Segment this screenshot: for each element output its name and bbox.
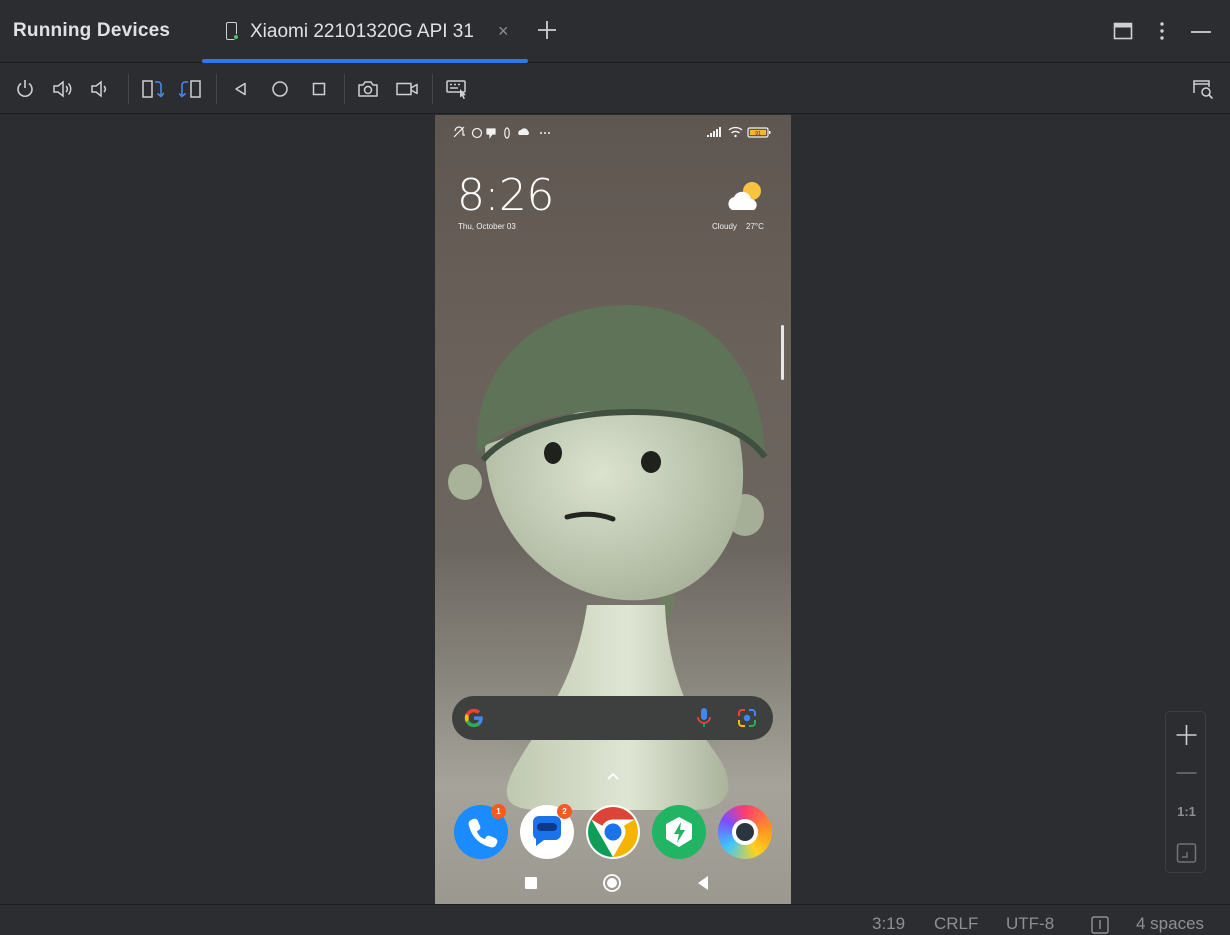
connected-indicator <box>233 34 239 40</box>
power-button[interactable] <box>13 77 37 101</box>
overview-button[interactable] <box>307 77 331 101</box>
google-logo-icon <box>464 708 483 728</box>
android-navigation-bar <box>435 870 791 904</box>
triangle-left-icon <box>235 82 246 96</box>
security-app-icon[interactable] <box>652 805 706 859</box>
location-icon <box>504 127 510 139</box>
google-lens-icon[interactable] <box>736 707 758 729</box>
zoom-out-button[interactable] <box>1166 754 1207 792</box>
phone-app-icon[interactable]: 1 <box>454 804 508 859</box>
readonly-toggle-icon[interactable] <box>1090 915 1110 935</box>
scroll-indicator <box>781 325 784 380</box>
notification-badge: 2 <box>557 804 572 819</box>
weather-icon <box>728 182 761 210</box>
device-toolbar <box>0 63 1230 114</box>
tab-device-label: Xiaomi 22101320G API 31 <box>250 21 474 42</box>
device-inspector-button[interactable] <box>1191 77 1215 101</box>
chrome-app-icon[interactable] <box>586 805 640 859</box>
file-encoding[interactable]: UTF-8 <box>1006 914 1054 934</box>
volume-up-icon <box>53 80 72 98</box>
cloud-status-icon <box>518 128 529 135</box>
status-icons: 91 <box>453 126 771 139</box>
fit-screen-icon <box>1176 843 1197 863</box>
ide-status-bar: 3:19 CRLF UTF-8 4 spaces <box>0 904 1230 934</box>
volume-down-button[interactable] <box>89 77 113 101</box>
camera-icon <box>358 81 378 97</box>
volume-up-button[interactable] <box>51 77 75 101</box>
video-camera-icon <box>396 82 418 96</box>
chrome-logo-icon <box>588 807 638 857</box>
more-options-button[interactable] <box>1151 20 1173 42</box>
minimize-icon <box>1191 31 1211 33</box>
more-vertical-icon <box>1160 22 1164 40</box>
toolbar-separator <box>432 74 433 104</box>
android-status-bar: 91 <box>435 115 791 151</box>
more-notifications-icon <box>540 132 550 134</box>
messages-app-icon[interactable]: 2 <box>520 804 574 859</box>
plus-icon <box>1176 725 1197 745</box>
line-separator[interactable]: CRLF <box>934 914 978 934</box>
zoom-in-button[interactable] <box>1166 716 1207 754</box>
back-button[interactable] <box>229 77 253 101</box>
lockscreen-date: Thu, October 03 <box>458 222 516 231</box>
app-drawer-chevron-icon[interactable] <box>605 770 621 782</box>
tab-device[interactable]: Xiaomi 22101320G API 31 × <box>202 0 528 63</box>
zoom-fit-button[interactable] <box>1166 834 1207 872</box>
zoom-controls: 1:1 <box>1165 711 1206 873</box>
rotate-right-icon <box>178 80 201 98</box>
caret-position[interactable]: 3:19 <box>872 914 905 934</box>
rotate-left-button[interactable] <box>140 77 165 101</box>
rotate-right-button[interactable] <box>178 77 203 101</box>
inspect-window-icon <box>1193 80 1214 100</box>
signal-icon <box>707 127 721 137</box>
weather-condition: Cloudy <box>712 222 737 231</box>
power-icon <box>17 80 33 97</box>
circle-icon <box>272 81 288 97</box>
battery-level: 91 <box>755 131 761 137</box>
weather-temperature: 27°C <box>746 222 764 231</box>
home-button[interactable] <box>268 77 292 101</box>
phone-device-icon <box>226 22 239 40</box>
add-device-button[interactable] <box>535 18 559 42</box>
indent-setting[interactable]: 4 spaces <box>1136 914 1204 934</box>
layout-button[interactable] <box>1112 20 1134 42</box>
notification-badge: 1 <box>491 804 506 819</box>
minimize-button[interactable] <box>1190 20 1212 42</box>
chat-icon <box>486 128 496 139</box>
device-screen[interactable]: 91 8:26 Thu, October 03 Cloudy 27°C 1 2 <box>435 115 791 904</box>
window-layout-icon <box>1113 22 1133 40</box>
recents-nav-icon <box>525 877 537 889</box>
google-search-bar[interactable] <box>452 696 773 740</box>
nav-buttons <box>525 874 708 892</box>
shield-bolt-icon <box>666 817 692 847</box>
square-icon <box>312 82 326 96</box>
panel-title: Running Devices <box>13 20 171 41</box>
alarm-icon <box>471 127 483 139</box>
tab-close-button[interactable]: × <box>498 22 509 40</box>
toolbar-separator <box>344 74 345 104</box>
lockscreen-clock: 8:26 <box>457 170 554 221</box>
keyboard-input-button[interactable] <box>445 77 469 101</box>
screen-record-button[interactable] <box>395 77 419 101</box>
browser-app-icon[interactable] <box>718 805 772 859</box>
minus-icon <box>1176 772 1197 774</box>
microphone-icon[interactable] <box>696 707 712 729</box>
plus-icon <box>538 21 556 39</box>
back-nav-icon <box>698 876 708 890</box>
keyboard-icon <box>446 80 466 99</box>
wifi-icon <box>728 126 743 134</box>
screenshot-button[interactable] <box>356 77 380 101</box>
silent-bell-icon <box>453 126 465 138</box>
wallpaper-image <box>448 305 768 810</box>
toolbar-separator <box>216 74 217 104</box>
tool-window-header: Running Devices Xiaomi 22101320G API 31 … <box>0 0 1230 63</box>
browser-logo-icon <box>732 819 758 845</box>
volume-down-icon <box>91 80 107 98</box>
toolbar-separator <box>128 74 129 104</box>
rotate-left-icon <box>142 80 165 98</box>
zoom-actual-size-button[interactable]: 1:1 <box>1166 804 1207 819</box>
